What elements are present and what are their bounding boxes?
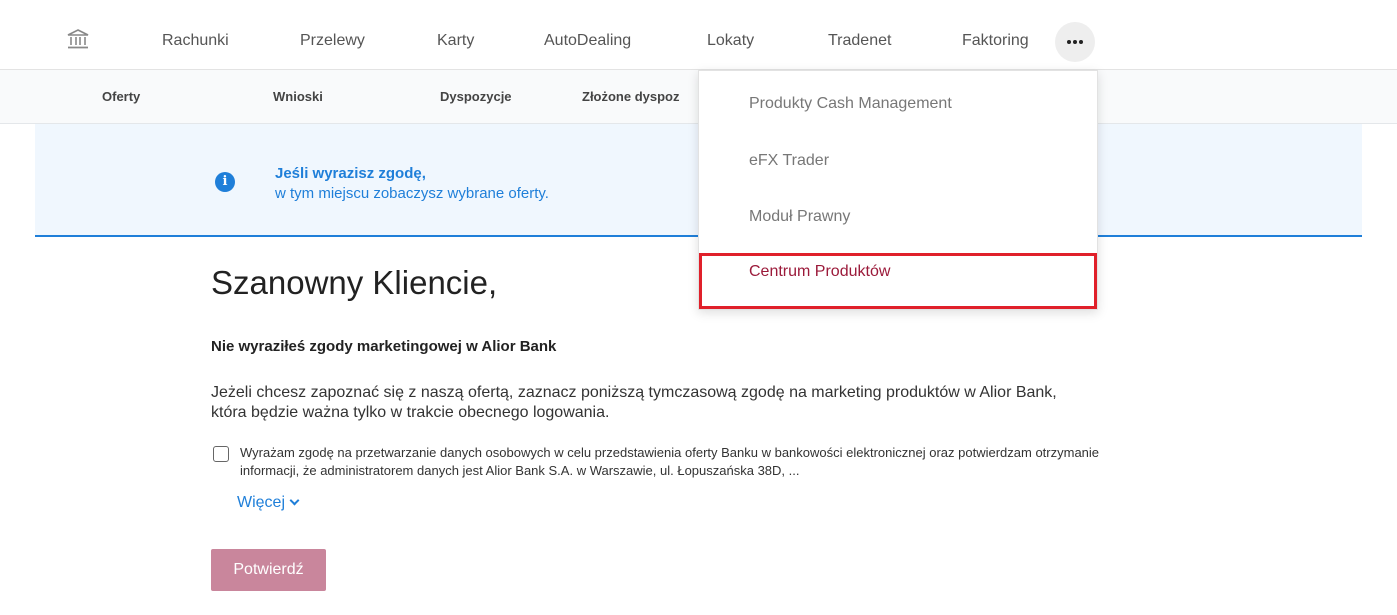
subnav-item-oferty[interactable]: Oferty [102,89,140,104]
bank-icon[interactable] [67,29,89,49]
nav-item-tradenet[interactable]: Tradenet [828,32,891,50]
banner-subtitle: w tym miejscu zobaczysz wybrane oferty. [275,185,549,202]
nav-item-lokaty[interactable]: Lokaty [707,32,754,50]
subnav-item-zlozone-dyspozycje[interactable]: Złożone dyspoz [582,89,680,104]
consent-description: Jeżeli chcesz zapoznać się z naszą ofert… [211,384,1057,421]
top-navigation: Rachunki Przelewy Karty AutoDealing Loka… [0,0,1397,70]
subnav-item-wnioski[interactable]: Wnioski [273,89,323,104]
more-menu-button[interactable] [1055,22,1095,62]
chevron-down-icon [289,495,300,506]
nav-item-faktoring[interactable]: Faktoring [962,32,1029,50]
subnav-item-dyspozycje[interactable]: Dyspozycje [440,89,512,104]
more-link-label: Więcej [237,494,286,511]
highlight-box [699,253,1097,309]
more-dropdown-menu: Produkty Cash Management eFX Trader Modu… [698,70,1098,310]
banner-title: Jeśli wyrazisz zgodę, [275,165,426,182]
menu-item-efx-trader[interactable]: eFX Trader [749,152,829,170]
consent-title: Nie wyraziłeś zgody marketingowej w Alio… [211,338,557,355]
nav-item-karty[interactable]: Karty [437,32,474,50]
consent-checkbox[interactable] [213,446,229,462]
nav-item-przelewy[interactable]: Przelewy [300,32,365,50]
info-icon: i [215,172,235,192]
consent-checkbox-label[interactable]: Wyrażam zgodę na przetwarzanie danych os… [240,444,1110,480]
page-heading: Szanowny Kliencie, [211,264,498,301]
more-horizontal-icon [1067,40,1071,44]
more-link[interactable]: Więcej [237,494,300,512]
confirm-button[interactable]: Potwierdź [211,549,326,591]
menu-item-modul-prawny[interactable]: Moduł Prawny [749,208,850,226]
nav-item-autodealing[interactable]: AutoDealing [544,32,631,50]
menu-item-cash-management[interactable]: Produkty Cash Management [749,95,952,113]
nav-item-rachunki[interactable]: Rachunki [162,32,229,50]
